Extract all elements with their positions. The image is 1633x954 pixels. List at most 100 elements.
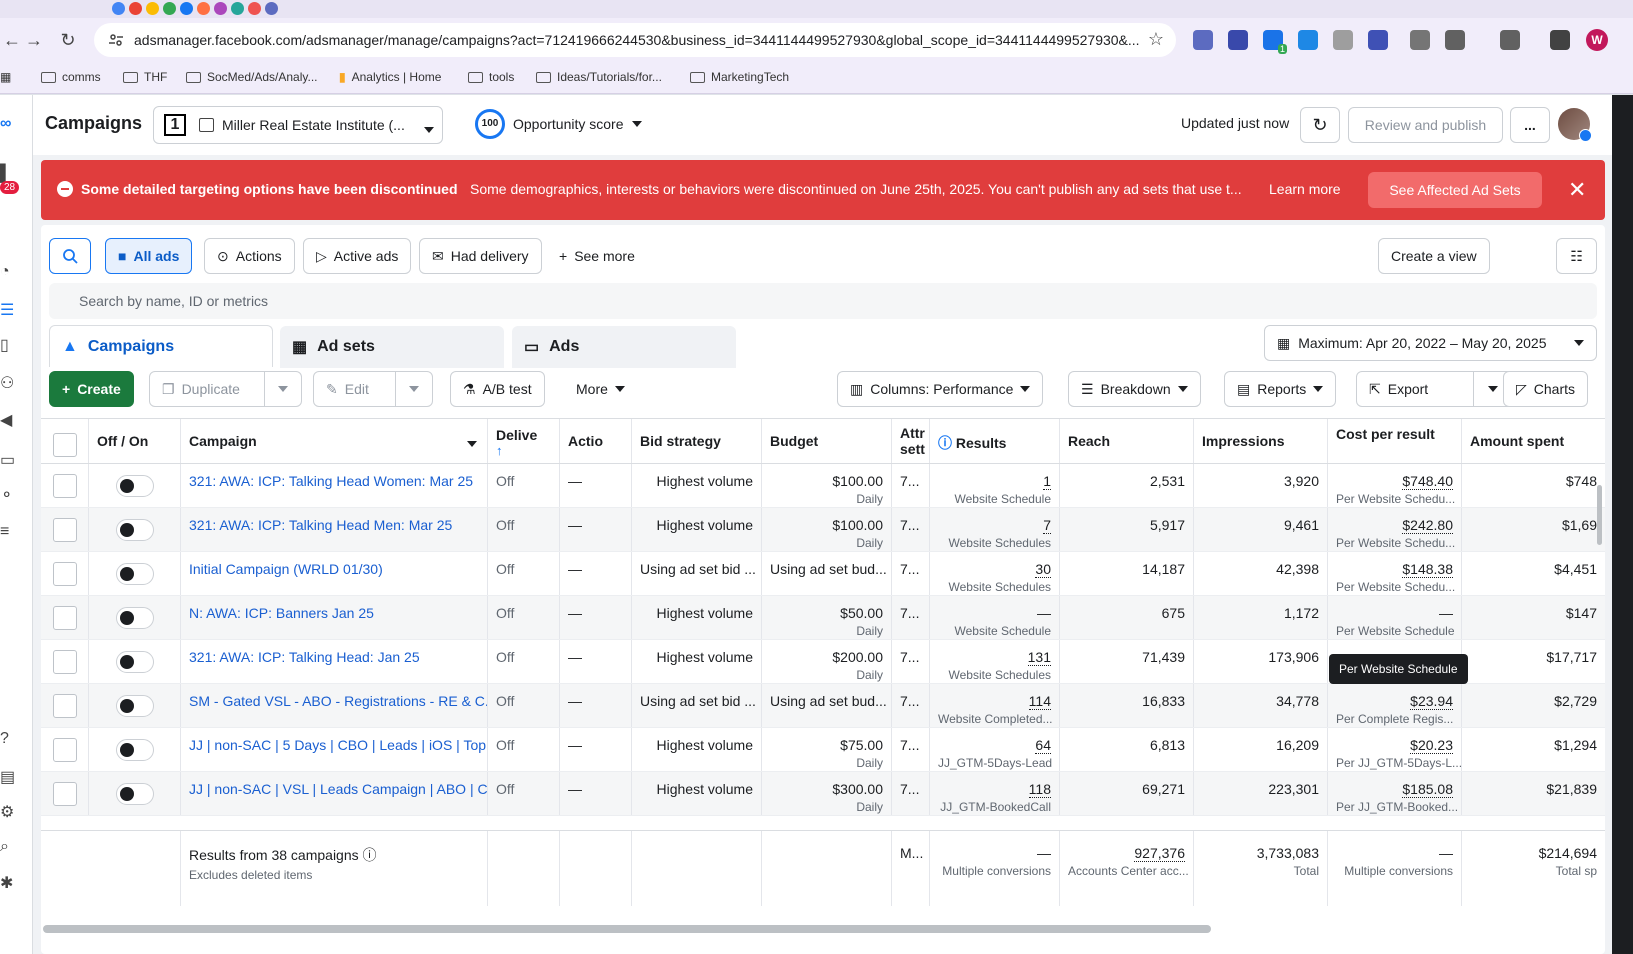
table-row[interactable]: N: AWA: ICP: Banners Jan 25 Off — Highest v… bbox=[41, 596, 1605, 640]
tab-favicon[interactable] bbox=[129, 2, 142, 15]
column-header-actions[interactable]: Actio bbox=[560, 419, 632, 463]
row-toggle[interactable] bbox=[89, 552, 181, 595]
tab-favicon[interactable] bbox=[163, 2, 176, 15]
campaign-name-link[interactable]: 321: AWA: ICP: Talking Head Women: Mar 2… bbox=[181, 464, 488, 507]
back-icon[interactable]: ← bbox=[0, 28, 24, 52]
duplicate-button[interactable]: ❐ Duplicate bbox=[149, 371, 265, 407]
on-off-toggle[interactable] bbox=[115, 739, 154, 761]
campaign-name-link-value[interactable]: JJ | non-SAC | VSL | Leads Campaign | AB… bbox=[189, 781, 487, 797]
url-text[interactable]: adsmanager.facebook.com/adsmanager/manag… bbox=[134, 32, 1144, 48]
row-toggle[interactable] bbox=[89, 728, 181, 771]
row-toggle[interactable] bbox=[89, 640, 181, 683]
browser-tab-strip[interactable] bbox=[0, 0, 1633, 18]
meta-logo-icon[interactable]: ∞ bbox=[0, 115, 20, 135]
info-icon[interactable]: ⓘ bbox=[363, 847, 377, 863]
reports-button[interactable]: ▤ Reports bbox=[1224, 371, 1337, 407]
campaign-name-link-value[interactable]: SM - Gated VSL - ABO - Registrations - R… bbox=[189, 693, 487, 709]
row-toggle[interactable] bbox=[89, 464, 181, 507]
column-header-campaign[interactable]: Campaign bbox=[181, 419, 488, 463]
table-row[interactable]: 321: AWA: ICP: Talking Head Women: Mar 2… bbox=[41, 464, 1605, 508]
checkbox[interactable] bbox=[52, 606, 77, 630]
column-header-budget[interactable]: Budget bbox=[762, 419, 892, 463]
bookmark-item[interactable]: THF bbox=[123, 70, 167, 84]
column-header-delivery[interactable]: Delive ↑ bbox=[488, 419, 560, 463]
breakdown-button[interactable]: ☰ Breakdown bbox=[1068, 371, 1201, 407]
row-toggle[interactable] bbox=[89, 684, 181, 727]
see-affected-ad-sets-button[interactable]: See Affected Ad Sets bbox=[1368, 172, 1542, 208]
edit-dropdown[interactable] bbox=[395, 371, 433, 407]
filter-had-delivery[interactable]: ✉ Had delivery bbox=[419, 238, 542, 274]
select-all-checkbox[interactable] bbox=[41, 419, 89, 463]
campaign-name-link[interactable]: 321: AWA: ICP: Talking Head: Jan 25 bbox=[181, 640, 488, 683]
tab-favicon[interactable] bbox=[197, 2, 210, 15]
row-checkbox[interactable] bbox=[41, 640, 89, 683]
search-input[interactable]: Search by name, ID or metrics bbox=[49, 283, 1597, 319]
menu-icon[interactable]: ≡ bbox=[0, 523, 20, 543]
campaign-name-link-value[interactable]: 321: AWA: ICP: Talking Head: Jan 25 bbox=[189, 649, 420, 665]
columns-button[interactable]: ▥ Columns: Performance bbox=[837, 371, 1044, 407]
bookmark-star-icon[interactable]: ☆ bbox=[1148, 29, 1164, 50]
table-row[interactable]: 321: AWA: ICP: Talking Head Men: Mar 25 O… bbox=[41, 508, 1605, 552]
on-off-toggle[interactable] bbox=[115, 651, 154, 673]
address-bar[interactable]: adsmanager.facebook.com/adsmanager/manag… bbox=[94, 23, 1176, 57]
campaign-name-link-value[interactable]: Initial Campaign (WRLD 01/30) bbox=[189, 561, 383, 577]
on-off-toggle[interactable] bbox=[115, 475, 154, 497]
download-icon[interactable] bbox=[1550, 30, 1570, 50]
checkbox[interactable] bbox=[52, 433, 77, 457]
table-row[interactable]: JJ | non-SAC | VSL | Leads Campaign | AB… bbox=[41, 772, 1605, 816]
tab-favicon[interactable] bbox=[112, 2, 125, 15]
filter-all-ads[interactable]: ■ All ads bbox=[105, 238, 193, 274]
checkbox[interactable] bbox=[52, 650, 77, 674]
column-header-bid-strategy[interactable]: Bid strategy bbox=[632, 419, 762, 463]
extension-icon[interactable] bbox=[1193, 30, 1213, 50]
campaign-name-link-value[interactable]: N: AWA: ICP: Banners Jan 25 bbox=[189, 605, 374, 621]
user-avatar[interactable] bbox=[1558, 108, 1592, 142]
filter-actions[interactable]: ⊙ Actions bbox=[204, 238, 295, 274]
extension-icon[interactable] bbox=[1298, 30, 1318, 50]
bookmark-item[interactable]: comms bbox=[41, 70, 101, 84]
audiences-icon[interactable]: ⚇ bbox=[0, 373, 20, 393]
campaign-name-link[interactable]: JJ | non-SAC | VSL | Leads Campaign | AB… bbox=[181, 772, 488, 815]
campaign-name-link[interactable]: JJ | non-SAC | 5 Days | CBO | Leads | iO… bbox=[181, 728, 488, 771]
column-header-off-on[interactable]: Off / On bbox=[89, 419, 181, 463]
ab-test-button[interactable]: ⚗ A/B test bbox=[450, 371, 545, 407]
export-button[interactable]: ⇱ Export bbox=[1356, 371, 1474, 407]
checkbox[interactable] bbox=[52, 782, 77, 806]
campaign-name-link[interactable]: N: AWA: ICP: Banners Jan 25 bbox=[181, 596, 488, 639]
campaign-name-link[interactable]: SM - Gated VSL - ABO - Registrations - R… bbox=[181, 684, 488, 727]
campaign-name-link[interactable]: 321: AWA: ICP: Talking Head Men: Mar 25 bbox=[181, 508, 488, 551]
extension-icon[interactable] bbox=[1228, 30, 1248, 50]
table-row[interactable]: SM - Gated VSL - ABO - Registrations - R… bbox=[41, 684, 1605, 728]
opportunity-score[interactable]: 100 Opportunity score bbox=[475, 109, 642, 139]
edit-button[interactable]: ✎ Edit bbox=[313, 371, 396, 407]
checkbox[interactable] bbox=[52, 562, 77, 586]
horizontal-scrollbar[interactable] bbox=[43, 925, 1211, 933]
tab-favicon[interactable] bbox=[265, 2, 278, 15]
more-button[interactable]: More bbox=[563, 371, 638, 407]
vertical-scrollbar[interactable] bbox=[1597, 485, 1602, 545]
extension-icon[interactable] bbox=[1333, 30, 1353, 50]
document-icon[interactable]: ▯ bbox=[0, 335, 20, 355]
row-checkbox[interactable] bbox=[41, 552, 89, 595]
column-header-impressions[interactable]: Impressions bbox=[1194, 419, 1328, 463]
profile-avatar[interactable]: W bbox=[1586, 29, 1608, 51]
graph-icon[interactable]: ⚬ bbox=[0, 485, 20, 505]
row-toggle[interactable] bbox=[89, 508, 181, 551]
column-header-results[interactable]: ⓘ Results bbox=[930, 419, 1060, 463]
duplicate-dropdown[interactable] bbox=[264, 371, 302, 407]
row-checkbox[interactable] bbox=[41, 508, 89, 551]
site-info-icon[interactable] bbox=[108, 32, 124, 48]
row-checkbox[interactable] bbox=[41, 464, 89, 507]
column-header-amount-spent[interactable]: Amount spent bbox=[1462, 419, 1605, 463]
row-toggle[interactable] bbox=[89, 772, 181, 815]
campaign-name-link-value[interactable]: 321: AWA: ICP: Talking Head Women: Mar 2… bbox=[189, 473, 473, 489]
puzzle-icon[interactable] bbox=[1445, 30, 1465, 50]
row-checkbox[interactable] bbox=[41, 684, 89, 727]
column-header-cost-per-result[interactable]: Cost per result bbox=[1328, 419, 1462, 463]
on-off-toggle[interactable] bbox=[115, 519, 154, 541]
date-range-picker[interactable]: ▦ Maximum: Apr 20, 2022 – May 20, 2025 bbox=[1264, 325, 1597, 361]
table-row[interactable]: Initial Campaign (WRLD 01/30) Off — Using a… bbox=[41, 552, 1605, 596]
checkbox[interactable] bbox=[52, 518, 77, 542]
campaign-name-link[interactable]: Initial Campaign (WRLD 01/30) bbox=[181, 552, 488, 595]
tab-ad-sets[interactable]: ▦ Ad sets bbox=[280, 326, 504, 368]
